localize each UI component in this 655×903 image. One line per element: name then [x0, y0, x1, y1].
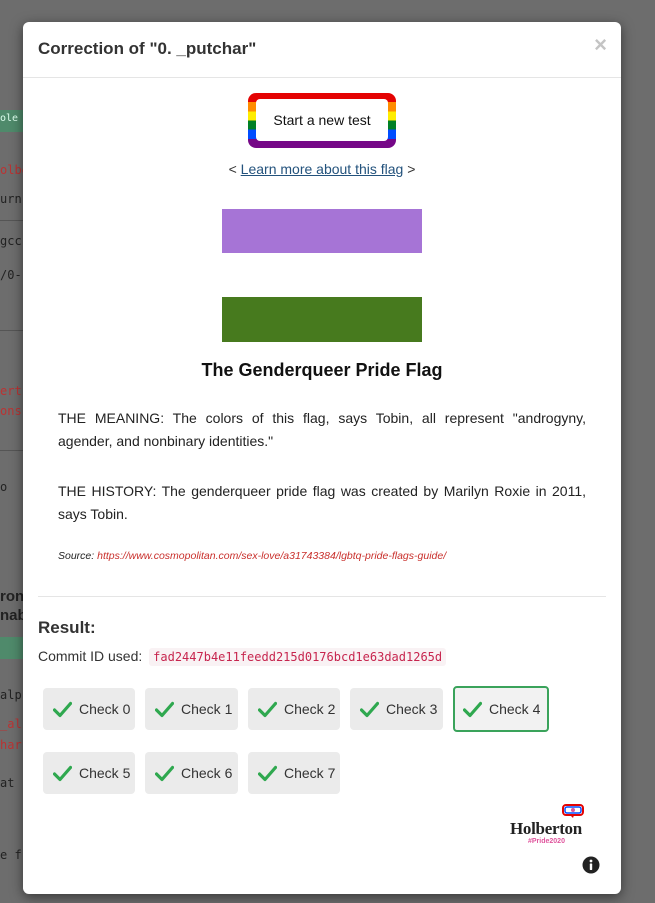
flag-stripe-white [222, 253, 422, 298]
background-text: har [0, 738, 22, 752]
checkmark-icon [258, 701, 277, 717]
checkmark-icon [155, 701, 174, 717]
modal-header: Correction of "0. _putchar" × [23, 22, 621, 78]
learn-more-line: < Learn more about this flag > [23, 161, 621, 177]
background-text: ons [0, 404, 22, 418]
background-text: ert [0, 384, 22, 398]
checkmark-icon [53, 701, 72, 717]
check-label: Check 1 [181, 701, 233, 717]
start-test-button[interactable]: Start a new test [248, 93, 396, 148]
check-button-5[interactable]: Check 5 [43, 752, 135, 794]
checkmark-icon [360, 701, 379, 717]
background-text: e f [0, 848, 22, 862]
check-label: Check 2 [284, 701, 336, 717]
check-button-2[interactable]: Check 2 [248, 688, 340, 730]
check-button-7[interactable]: Check 7 [248, 752, 340, 794]
background-text: o [0, 480, 8, 494]
flag-stripe-purple [222, 209, 422, 254]
pride-bubble-icon [562, 804, 584, 818]
check-label: Check 7 [284, 765, 336, 781]
commit-id: fad2447b4e11feedd215d0176bcd1e63dad1265d [149, 648, 447, 666]
flag-source: Source: https://www.cosmopolitan.com/sex… [58, 550, 446, 562]
checkmark-icon [53, 765, 72, 781]
flag-stripe-green [222, 297, 422, 342]
check-button-1[interactable]: Check 1 [145, 688, 238, 730]
source-link[interactable]: https://www.cosmopolitan.com/sex-love/a3… [97, 550, 446, 562]
background-text: ole [0, 113, 19, 124]
logo-tag: #Pride2020 [528, 838, 565, 845]
background-text: urn [0, 192, 22, 206]
background-text: /0- [0, 268, 22, 282]
learn-prefix: < [228, 161, 237, 177]
background-text: gcc [0, 234, 22, 248]
check-label: Check 6 [181, 765, 233, 781]
background-text: nab [0, 607, 23, 624]
background-text: alp [0, 688, 22, 702]
correction-modal: Correction of "0. _putchar" × Start a ne… [23, 22, 621, 894]
logo-word: Holberton [510, 819, 582, 838]
flag-meaning: THE MEANING: The colors of this flag, sa… [58, 410, 586, 449]
flag-title: The Genderqueer Pride Flag [201, 360, 443, 380]
background-text: _al [0, 717, 22, 731]
modal-title: Correction of "0. _putchar" [38, 39, 257, 58]
commit-label: Commit ID used: [38, 648, 143, 664]
learn-more-link[interactable]: Learn more about this flag [241, 161, 404, 177]
check-button-3[interactable]: Check 3 [350, 688, 443, 730]
checkmark-icon [258, 765, 277, 781]
holberton-logo: Holberton #Pride2020 [510, 804, 590, 848]
background-divider [0, 450, 23, 451]
checkmark-icon [463, 701, 482, 717]
background-divider [0, 220, 23, 221]
close-button[interactable]: × [594, 34, 607, 56]
start-test-label: Start a new test [256, 99, 388, 141]
background-divider [0, 330, 23, 331]
source-label: Source: [58, 550, 95, 562]
checkmark-icon [155, 765, 174, 781]
check-label: Check 4 [489, 701, 541, 717]
background-text: olbe [0, 163, 23, 177]
section-divider [38, 596, 606, 597]
flag-history: THE HISTORY: The genderqueer pride flag … [58, 483, 586, 522]
check-label: Check 0 [79, 701, 131, 717]
check-button-4[interactable]: Check 4 [453, 686, 549, 732]
check-label: Check 3 [386, 701, 438, 717]
commit-line: Commit ID used: fad2447b4e11feedd215d017… [38, 648, 447, 666]
background-text: at [0, 776, 15, 790]
background-text: ron [0, 588, 23, 605]
info-icon[interactable] [582, 856, 600, 874]
learn-suffix: > [407, 161, 416, 177]
background-badge [0, 637, 23, 659]
check-button-6[interactable]: Check 6 [145, 752, 238, 794]
result-title: Result: [38, 618, 96, 637]
check-label: Check 5 [79, 765, 131, 781]
check-button-0[interactable]: Check 0 [43, 688, 135, 730]
